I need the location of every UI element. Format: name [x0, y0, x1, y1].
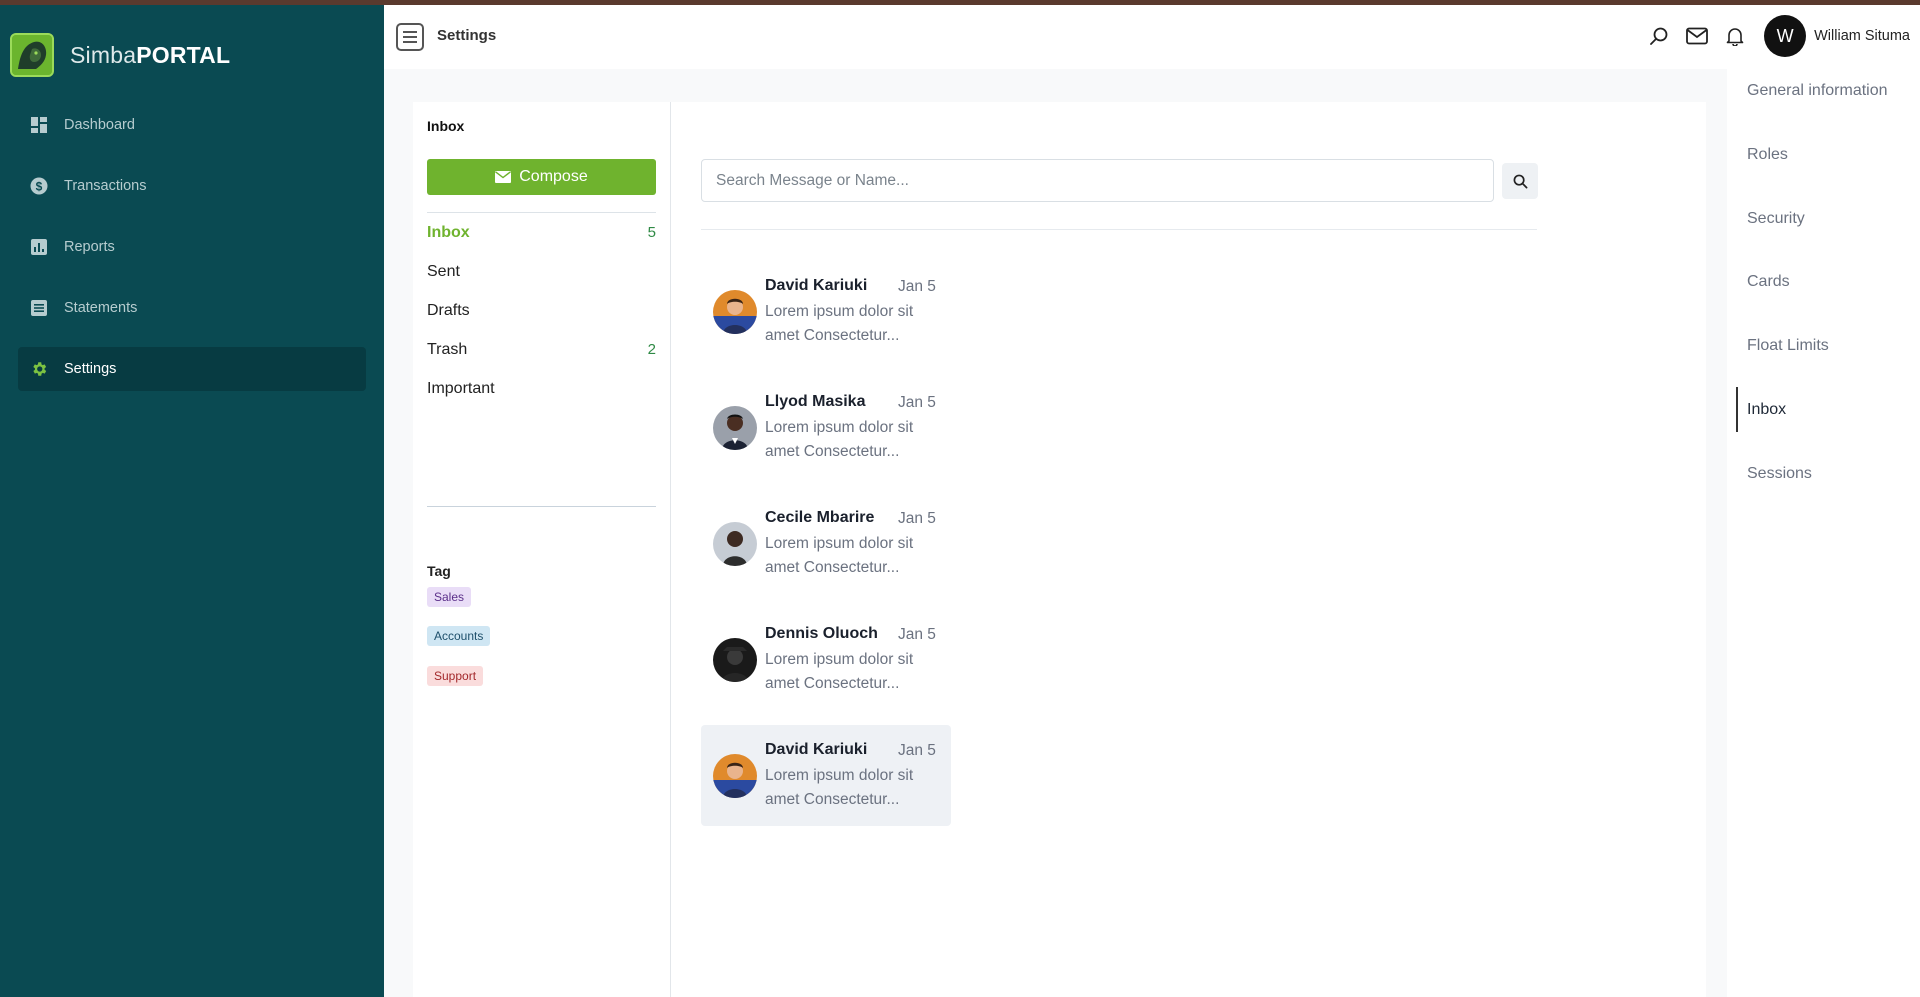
settings-nav-float-limits[interactable]: Float Limits: [1747, 337, 1829, 355]
folder-trash[interactable]: Trash 2: [427, 330, 656, 369]
dollar-icon: $: [30, 177, 48, 195]
sidebar-nav: Dashboard $ Transactions Reports Stateme…: [18, 103, 366, 408]
bell-icon[interactable]: [1716, 17, 1754, 55]
mail-panel: Inbox Compose Inbox 5 Sent Drafts Trash: [413, 102, 1706, 997]
search-input[interactable]: [701, 159, 1494, 202]
folder-inbox[interactable]: Inbox 5: [427, 213, 656, 252]
settings-nav-roles[interactable]: Roles: [1747, 146, 1788, 164]
avatar: [713, 638, 757, 682]
avatar: [713, 754, 757, 798]
user-avatar[interactable]: W: [1764, 15, 1807, 57]
search-button[interactable]: [1502, 163, 1538, 199]
bar-chart-icon: [30, 238, 48, 256]
settings-subnav: General information Roles Security Cards…: [1727, 64, 1920, 997]
compose-label: Compose: [519, 168, 588, 185]
active-indicator: [1736, 387, 1738, 432]
message-item[interactable]: David Kariuki Jan 5 Lorem ipsum dolor si…: [701, 725, 951, 826]
topbar: Settings W William Situma: [384, 5, 1920, 69]
message-list: David Kariuki Jan 5 Lorem ipsum dolor si…: [701, 261, 951, 841]
mailbox-title: Inbox: [427, 118, 465, 134]
avatar: [713, 406, 757, 450]
brand-name: SimbaPORTAL: [70, 41, 231, 68]
menu-toggle-icon[interactable]: [396, 23, 424, 51]
sidebar-item-label: Statements: [64, 300, 138, 316]
message-sender: Cecile Mbarire: [765, 509, 875, 526]
sidebar-item-label: Dashboard: [64, 117, 135, 133]
tag-accounts[interactable]: Accounts: [427, 626, 491, 646]
folder-label: Trash: [427, 340, 468, 358]
message-sender: Llyod Masika: [765, 393, 866, 410]
folder-label: Drafts: [427, 301, 470, 319]
tag-section-title: Tag: [427, 563, 451, 579]
message-sender: David Kariuki: [765, 277, 868, 294]
message-sender: Dennis Oluoch: [765, 625, 878, 642]
envelope-icon: [495, 171, 512, 183]
folder-drafts[interactable]: Drafts: [427, 291, 656, 330]
topbar-actions: W William Situma: [1640, 14, 1910, 58]
folder-count: 2: [647, 341, 656, 358]
sidebar-item-label: Transactions: [64, 178, 147, 194]
folder-list: Inbox 5 Sent Drafts Trash 2 Important: [427, 212, 656, 408]
search-icon: [1513, 174, 1527, 188]
message-item[interactable]: Dennis Oluoch Jan 5 Lorem ipsum dolor si…: [701, 609, 951, 710]
message-date: Jan 5: [898, 394, 936, 411]
sidebar-item-label: Settings: [64, 361, 117, 377]
message-preview: Lorem ipsum dolor sit amet Consectetur..…: [765, 651, 914, 692]
message-date: Jan 5: [898, 278, 936, 295]
brand[interactable]: SimbaPORTAL: [10, 33, 230, 77]
folder-label: Important: [427, 379, 495, 397]
document-icon: [30, 299, 48, 317]
svg-text:$: $: [36, 180, 43, 194]
sidebar-item-dashboard[interactable]: Dashboard: [18, 103, 366, 147]
message-date: Jan 5: [898, 742, 936, 759]
mail-icon[interactable]: [1678, 17, 1716, 55]
message-item[interactable]: Llyod Masika Jan 5 Lorem ipsum dolor sit…: [701, 377, 951, 478]
user-name[interactable]: William Situma: [1814, 28, 1910, 44]
sidebar-item-reports[interactable]: Reports: [18, 225, 366, 269]
sidebar: SimbaPORTAL Dashboard $ Transactions Rep…: [0, 5, 384, 997]
message-preview: Lorem ipsum dolor sit amet Consectetur..…: [765, 767, 914, 808]
divider: [701, 229, 1537, 230]
message-date: Jan 5: [898, 510, 936, 527]
folder-label: Inbox: [427, 223, 470, 241]
lion-logo-icon: [10, 33, 54, 77]
message-preview: Lorem ipsum dolor sit amet Consectetur..…: [765, 303, 914, 344]
settings-nav-sessions[interactable]: Sessions: [1747, 465, 1812, 483]
message-preview: Lorem ipsum dolor sit amet Consectetur..…: [765, 535, 914, 576]
sidebar-item-label: Reports: [64, 239, 115, 255]
tag-support[interactable]: Support: [427, 666, 484, 686]
settings-nav-cards[interactable]: Cards: [1747, 273, 1790, 291]
sidebar-item-statements[interactable]: Statements: [18, 286, 366, 330]
folder-important[interactable]: Important: [427, 369, 656, 408]
gear-icon: [30, 360, 48, 378]
message-sender: David Kariuki: [765, 741, 868, 758]
search-icon[interactable]: [1640, 17, 1678, 55]
folder-count: 5: [647, 224, 656, 241]
divider: [427, 506, 656, 507]
compose-button[interactable]: Compose: [427, 159, 656, 195]
settings-nav-security[interactable]: Security: [1747, 210, 1805, 228]
settings-nav-general-information[interactable]: General information: [1747, 82, 1888, 100]
settings-nav-inbox[interactable]: Inbox: [1747, 401, 1786, 419]
folder-label: Sent: [427, 262, 460, 280]
message-preview: Lorem ipsum dolor sit amet Consectetur..…: [765, 419, 914, 460]
sidebar-item-transactions[interactable]: $ Transactions: [18, 164, 366, 208]
avatar: [713, 290, 757, 334]
dashboard-icon: [30, 116, 48, 134]
tag-sales[interactable]: Sales: [427, 587, 472, 607]
page-title: Settings: [437, 27, 497, 44]
message-date: Jan 5: [898, 626, 936, 643]
mail-folders-pane: Inbox Compose Inbox 5 Sent Drafts Trash: [413, 102, 671, 997]
folder-sent[interactable]: Sent: [427, 252, 656, 291]
message-item[interactable]: David Kariuki Jan 5 Lorem ipsum dolor si…: [701, 261, 951, 362]
message-item[interactable]: Cecile Mbarire Jan 5 Lorem ipsum dolor s…: [701, 493, 951, 594]
sidebar-item-settings[interactable]: Settings: [18, 347, 366, 391]
avatar: [713, 522, 757, 566]
